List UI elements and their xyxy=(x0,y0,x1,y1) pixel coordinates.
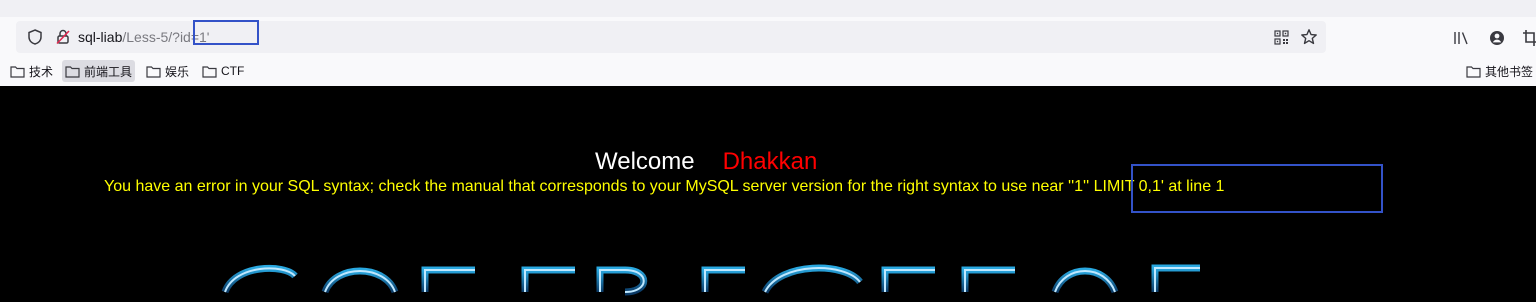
bookmark-label: 娱乐 xyxy=(165,64,190,79)
folder-icon xyxy=(65,65,80,78)
qr-code-icon[interactable] xyxy=(1274,30,1289,45)
url-host: sql-liab xyxy=(78,29,123,45)
bookmark-folder-ctf[interactable]: CTF xyxy=(199,60,247,82)
url-text[interactable]: sql-liab/Less-5/?id=1' xyxy=(78,28,209,46)
browser-chrome: sql-liab/Less-5/?id=1' 技术 前端工具 娱乐 CTF 其他… xyxy=(0,0,1536,86)
welcome-text: Welcome xyxy=(595,148,695,175)
shield-icon[interactable] xyxy=(26,28,44,46)
crop-icon[interactable] xyxy=(1522,29,1536,47)
library-icon[interactable] xyxy=(1453,30,1469,46)
folder-icon xyxy=(146,65,161,78)
url-annotation-box xyxy=(193,20,259,45)
welcome-heading: Welcome Dhakkan xyxy=(595,148,817,176)
sqli-labs-banner-image xyxy=(221,264,1200,296)
welcome-name: Dhakkan xyxy=(722,148,818,175)
bookmark-label: 技术 xyxy=(29,64,54,79)
account-icon[interactable] xyxy=(1488,29,1506,47)
other-bookmarks-label: 其他书签 xyxy=(1485,64,1534,79)
bookmark-folder-tech[interactable]: 技术 xyxy=(7,60,56,82)
sql-error-message: You have an error in your SQL syntax; ch… xyxy=(104,178,1225,195)
bookmark-folder-entertainment[interactable]: 娱乐 xyxy=(143,60,192,82)
other-bookmarks-folder[interactable]: 其他书签 xyxy=(1463,60,1536,82)
star-icon[interactable] xyxy=(1300,28,1318,46)
insecure-lock-icon[interactable] xyxy=(54,28,72,46)
tab-strip xyxy=(0,0,1536,17)
bookmark-label: 前端工具 xyxy=(84,64,133,79)
folder-icon xyxy=(1466,65,1481,78)
folder-icon xyxy=(202,65,217,78)
error-annotation-box xyxy=(1131,164,1383,213)
bookmark-folder-frontend-tools[interactable]: 前端工具 xyxy=(62,60,136,82)
folder-icon xyxy=(10,65,25,78)
bookmark-label: CTF xyxy=(221,64,245,78)
